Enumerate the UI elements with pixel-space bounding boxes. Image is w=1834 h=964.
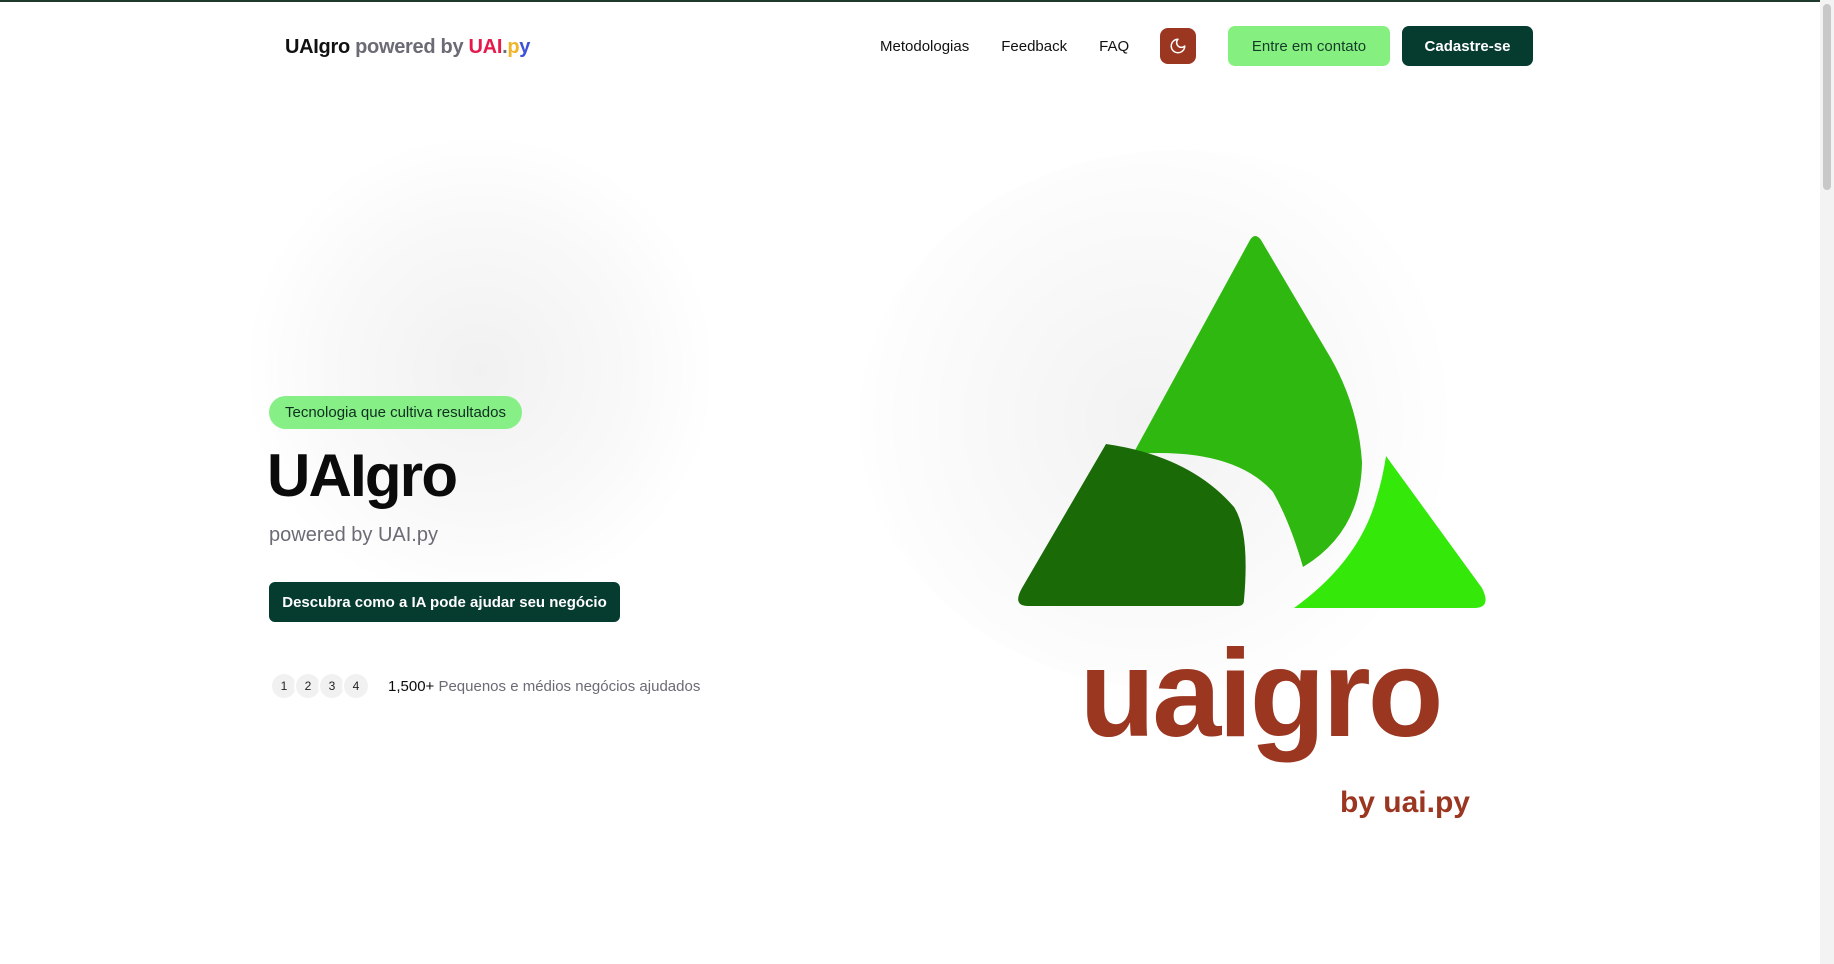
avatar: 4 [342,672,370,700]
stats-count: 1,500+ [388,677,435,695]
hero-badge: Tecnologia que cultiva resultados [269,396,522,429]
nav-feedback[interactable]: Feedback [1001,38,1067,55]
nav-faq[interactable]: FAQ [1099,38,1129,55]
stats-description: Pequenos e médios negócios ajudados [434,677,701,695]
brand-powered-by: powered by [349,36,469,58]
uaigro-logo: uaigro by uai.py [1018,232,1518,832]
theme-toggle-button[interactable] [1160,28,1196,64]
brand-name: UAIgro [285,36,350,58]
uaigro-logo-graphic: uaigro by uai.py [1018,236,1486,819]
brand-y: y [519,36,531,58]
main-nav: Metodologias Feedback FAQ [880,38,1129,55]
stats-text: 1,500+ Pequenos e médios negócios ajudad… [388,678,700,695]
brand-uai: UAI [468,36,503,58]
brand-p: p [507,36,520,58]
stats-row: 1 2 3 4 1,500+ Pequenos e médios negócio… [270,672,700,700]
signup-button[interactable]: Cadastre-se [1402,26,1533,66]
contact-button[interactable]: Entre em contato [1228,26,1390,66]
hero-title: UAIgro [267,442,458,509]
logo-byline: by uai.py [1340,786,1470,819]
logo-wordmark: uaigro [1080,625,1441,763]
scrollbar-thumb[interactable] [1823,4,1831,190]
brand-logo-text[interactable]: UAIgro powered by UAI.py [285,36,530,59]
page-scrollbar[interactable] [1820,0,1834,964]
hero-subtitle: powered by UAI.py [269,524,438,546]
moon-icon [1170,38,1186,54]
nav-metodologias[interactable]: Metodologias [880,38,969,55]
logo-leaf-dark [1018,444,1246,606]
avatar-group: 1 2 3 4 [270,672,370,700]
hero-cta-button[interactable]: Descubra como a IA pode ajudar seu negóc… [269,582,620,622]
site-header: UAIgro powered by UAI.py Metodologias Fe… [0,2,1820,90]
